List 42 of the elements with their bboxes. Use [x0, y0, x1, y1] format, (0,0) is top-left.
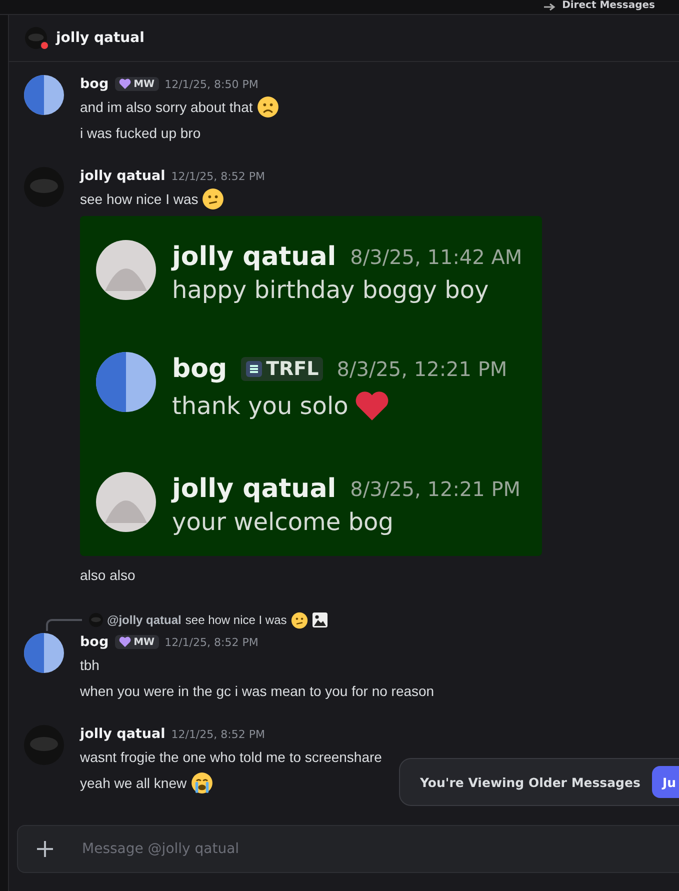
channel-name: jolly qatual [56, 30, 144, 46]
tag-icon [245, 360, 264, 378]
message-field[interactable]: Message @jolly qatual [80, 840, 679, 858]
window-title: Direct Messages [562, 0, 655, 11]
message-text: yeah we all knew [80, 775, 187, 791]
message-text: thank you solo [172, 392, 348, 420]
timestamp: 12/1/25, 8:52 PM [171, 170, 265, 182]
message-text: your welcome bog [172, 508, 394, 536]
arrow-icon [542, 1, 556, 11]
reply-text[interactable]: see how nice I was [185, 613, 287, 627]
message-text: and im also sorry about that [80, 99, 253, 115]
tag-label: TRFL [266, 358, 319, 380]
timestamp: 8/3/25, 12:21 PM [350, 477, 521, 501]
message-text: when you were in the gc i was mean to you for no reason [80, 683, 434, 699]
badge-label: MW [134, 636, 155, 648]
notice-text: You're Viewing Older Messages [420, 774, 640, 790]
message-text: i was fucked up bro [80, 125, 201, 141]
badge-label: MW [134, 78, 155, 90]
heart-icon [118, 78, 131, 90]
username: bog [172, 354, 228, 384]
username: jolly qatual [172, 242, 336, 272]
heart-icon [118, 636, 131, 648]
add-icon [36, 840, 54, 858]
username[interactable]: jolly qatual [80, 168, 166, 184]
jump-button[interactable]: Ju [652, 766, 679, 798]
timestamp: 12/1/25, 8:52 PM [164, 636, 258, 648]
timestamp: 12/1/25, 8:52 PM [171, 728, 265, 740]
username[interactable]: bog [80, 634, 109, 650]
message-box[interactable]: Message @jolly qatual [17, 825, 679, 873]
username[interactable]: jolly qatual [80, 726, 166, 742]
reply-connector [46, 619, 82, 631]
message-text: tbh [80, 657, 100, 673]
message-text: happy birthday boggy boy [172, 276, 489, 304]
message-text: see how nice I was [80, 191, 198, 207]
username: jolly qatual [172, 474, 336, 504]
timestamp: 8/3/25, 12:21 PM [336, 357, 508, 381]
timestamp: 8/3/25, 11:42 AM [350, 245, 522, 269]
message-text: also also [80, 567, 136, 583]
reply-author[interactable]: @jolly qatual [107, 613, 182, 627]
timestamp: 12/1/25, 8:50 PM [164, 78, 258, 90]
username[interactable]: bog [80, 76, 109, 92]
message-text: wasnt frogie the one who told me to screenshare [80, 749, 382, 765]
